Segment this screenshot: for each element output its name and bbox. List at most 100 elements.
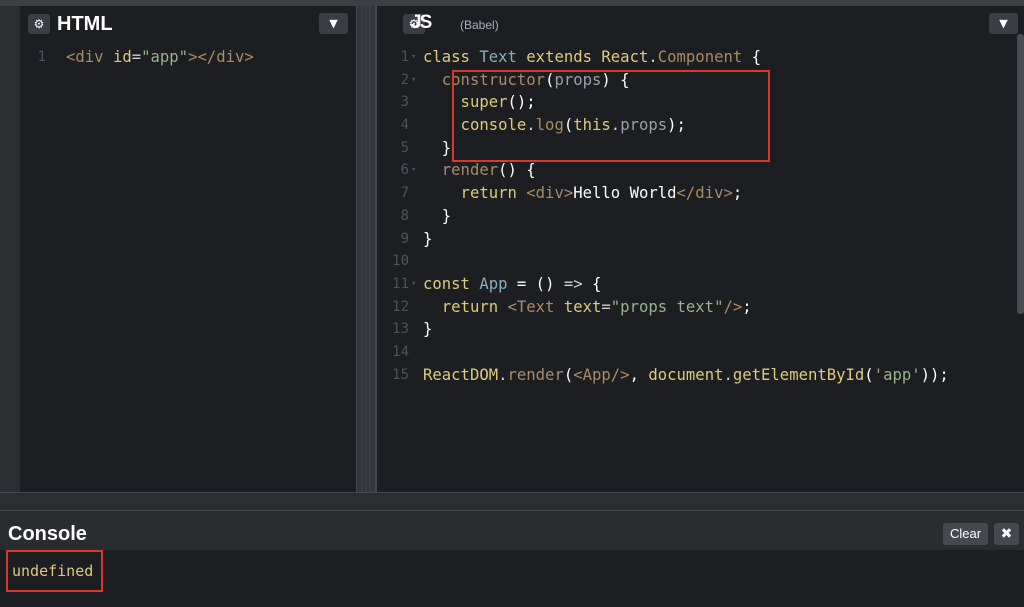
- code-token: render: [423, 161, 499, 180]
- code-token: App: [479, 274, 508, 293]
- code-token: ));: [920, 365, 949, 384]
- code-token: "props text": [610, 297, 724, 316]
- code-token: ReactDOM: [423, 365, 499, 384]
- fold-arrow-icon[interactable]: ▾: [411, 273, 416, 296]
- code-token: </div>: [676, 184, 733, 203]
- code-token: React: [601, 48, 649, 66]
- line-number: 10: [392, 253, 409, 270]
- fold-arrow-icon[interactable]: ▾: [411, 69, 416, 92]
- code-token: Text: [479, 48, 517, 66]
- line-number: 11: [392, 275, 409, 292]
- code-text: }: [423, 318, 432, 341]
- code-token: {: [582, 274, 602, 293]
- line-number: 7: [400, 185, 409, 202]
- fold-arrow-icon[interactable]: ▾: [411, 46, 416, 69]
- close-icon[interactable]: ✖: [994, 523, 1019, 545]
- constructor-highlight-box: [452, 70, 770, 162]
- code-token: Hello World: [573, 184, 677, 203]
- code-token: id: [112, 48, 132, 66]
- code-token: =>: [563, 274, 583, 293]
- code-text: const App = () => {: [423, 273, 601, 296]
- code-token: }: [423, 320, 433, 339]
- code-token: () {: [498, 161, 536, 180]
- left-gutter: [0, 6, 20, 492]
- code-text: <div id="app"></div>: [66, 46, 254, 69]
- console-resize-strip[interactable]: [0, 492, 1024, 510]
- line-number: 4: [400, 117, 409, 134]
- code-text: ReactDOM.render(<App/>, document.getElem…: [423, 364, 949, 387]
- code-text: render() {: [423, 159, 536, 182]
- chevron-down-icon[interactable]: ▼: [989, 13, 1018, 34]
- line-number: 5: [400, 139, 409, 156]
- code-token: const: [423, 274, 480, 293]
- code-text: }: [423, 228, 432, 251]
- pane-resize-handle[interactable]: [356, 6, 376, 492]
- code-token: }: [423, 206, 452, 225]
- code-token: }: [423, 229, 433, 248]
- code-token: .: [498, 365, 508, 384]
- code-token: document: [648, 365, 724, 384]
- code-token: }: [423, 138, 452, 157]
- code-token: = (): [507, 274, 564, 293]
- code-token: render: [507, 365, 564, 384]
- code-token: =: [131, 48, 142, 66]
- line-number: 2: [400, 71, 409, 88]
- line-number: 13: [392, 321, 409, 338]
- code-token: =: [601, 297, 611, 316]
- line-number: 9: [400, 230, 409, 247]
- line-number: 1: [400, 49, 409, 65]
- code-token: return: [423, 297, 508, 316]
- console-output-highlight-box: [6, 550, 103, 592]
- js-pane-title: JS: [411, 12, 432, 33]
- line-number: 15: [392, 366, 409, 383]
- fold-arrow-icon[interactable]: ▾: [411, 159, 416, 182]
- gear-icon[interactable]: ⚙: [28, 14, 50, 34]
- html-editor-pane: ⚙ HTML ▼ 1 <div id="app"></div>: [20, 6, 356, 492]
- code-token: extends: [516, 48, 602, 66]
- console-header: Console Clear ✖: [0, 510, 1024, 550]
- code-text: return <Text text="props text"/>;: [423, 296, 752, 319]
- code-token: text: [563, 297, 602, 316]
- code-token: (: [563, 365, 574, 384]
- console-title: Console: [8, 523, 87, 545]
- code-token: ></div>: [188, 48, 254, 66]
- code-text: return <div>Hello World</div>;: [423, 182, 743, 205]
- code-token: <div>: [526, 184, 574, 203]
- line-number: 6: [400, 162, 409, 179]
- code-text: }: [423, 205, 451, 228]
- code-token: "app": [141, 48, 189, 66]
- clear-console-button[interactable]: Clear: [943, 523, 988, 545]
- code-token: <Text: [507, 297, 555, 316]
- js-pane-preprocessor: (Babel): [460, 18, 499, 32]
- line-number: 14: [392, 343, 409, 360]
- code-token: <App/>: [573, 365, 630, 384]
- code-text: class Text extends React.Component {: [423, 46, 761, 69]
- line-number: 12: [392, 298, 409, 315]
- chevron-down-icon[interactable]: ▼: [319, 13, 348, 34]
- code-token: />: [723, 297, 743, 316]
- js-editor-scrollbar[interactable]: [1017, 34, 1024, 314]
- code-token: {: [742, 48, 762, 66]
- code-token: <div: [66, 48, 104, 66]
- line-number: 3: [400, 94, 409, 111]
- line-number: 1: [37, 49, 46, 65]
- code-token: (: [864, 365, 874, 384]
- console-output-area: undefined: [0, 550, 1024, 607]
- code-text: }: [423, 137, 451, 160]
- code-token: ,: [629, 365, 649, 384]
- html-pane-title: HTML: [57, 13, 113, 35]
- code-token: class: [423, 48, 480, 66]
- html-pane-header: ⚙ HTML ▼: [20, 6, 356, 40]
- js-pane-header: ⚙ JS (Babel) ▼: [377, 6, 1024, 40]
- code-token: return: [423, 184, 527, 203]
- code-token: Component: [657, 48, 743, 66]
- code-token: 'app': [873, 365, 921, 384]
- code-token: ;: [742, 297, 752, 316]
- code-token: ;: [732, 184, 743, 203]
- line-number: 8: [400, 207, 409, 224]
- code-token: getElementById: [732, 365, 865, 384]
- code-token: .: [648, 48, 658, 66]
- code-token: .: [723, 365, 733, 384]
